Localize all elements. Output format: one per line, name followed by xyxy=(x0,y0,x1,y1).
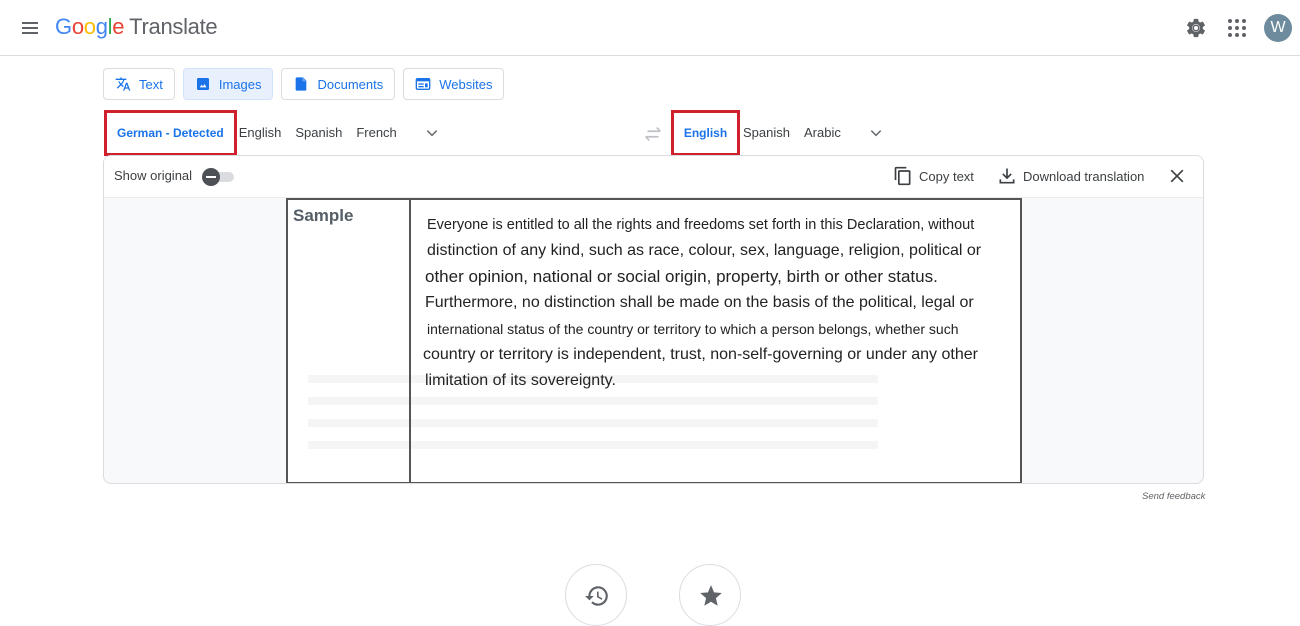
product-name: Translate xyxy=(129,14,218,39)
logo-letter: G xyxy=(55,14,72,39)
image-translation-panel: Show original Copy text Download transla… xyxy=(103,155,1204,484)
send-feedback-link[interactable]: Send feedback xyxy=(1142,491,1205,502)
source-language-option[interactable]: French xyxy=(349,118,403,148)
download-icon xyxy=(999,168,1015,184)
show-original-toggle[interactable] xyxy=(202,168,236,186)
faded-text-remnants xyxy=(308,375,878,455)
translated-line: country or territory is independent, tru… xyxy=(423,346,978,363)
logo-letter: e xyxy=(112,14,125,39)
translated-line: Furthermore, no distinction shall be mad… xyxy=(425,294,974,311)
chevron-down-icon xyxy=(870,130,882,137)
translated-line: distinction of any kind, such as race, c… xyxy=(427,242,982,259)
source-language-option[interactable]: English xyxy=(237,118,289,148)
logo-letter: o xyxy=(83,14,96,39)
logo-letter: o xyxy=(71,14,84,39)
image-heading: Sample xyxy=(293,206,354,225)
source-language-bar: German - Detected English Spanish French xyxy=(104,110,444,156)
translated-line: international status of the country or t… xyxy=(427,321,959,337)
google-apps-button[interactable] xyxy=(1228,19,1246,37)
image-icon xyxy=(196,78,209,90)
website-icon xyxy=(415,78,431,90)
gear-icon xyxy=(1187,18,1205,38)
history-button[interactable] xyxy=(565,564,627,626)
document-icon xyxy=(296,77,307,91)
copy-text-button[interactable]: Copy text xyxy=(893,166,974,186)
logo-letter: g xyxy=(95,14,108,39)
main-menu-button[interactable] xyxy=(18,16,42,40)
target-language-option[interactable]: Spanish xyxy=(740,118,797,148)
target-language-more-button[interactable] xyxy=(864,121,888,145)
top-app-bar: Google Translate W xyxy=(0,0,1300,56)
tab-documents-label: Documents xyxy=(317,76,384,92)
tab-websites[interactable]: Websites xyxy=(403,68,505,100)
translated-line: other opinion, national or social origin… xyxy=(425,267,938,286)
history-icon xyxy=(585,586,608,606)
download-translation-button[interactable]: Download translation xyxy=(997,166,1144,186)
translation-mode-tabs: Text Images Documents Websites xyxy=(103,68,505,100)
star-icon xyxy=(700,585,722,606)
saved-button[interactable] xyxy=(679,564,741,626)
translated-line: Everyone is entitled to all the rights a… xyxy=(427,217,975,233)
show-original-label: Show original xyxy=(114,168,193,183)
target-language-bar: English Spanish Arabic xyxy=(671,110,888,156)
source-language-selected[interactable]: German - Detected xyxy=(110,118,231,148)
tab-text[interactable]: Text xyxy=(103,68,175,100)
account-avatar[interactable]: W xyxy=(1264,14,1292,42)
swap-arrows-icon xyxy=(645,126,661,142)
copy-text-label: Copy text xyxy=(919,168,974,184)
settings-button[interactable] xyxy=(1185,17,1207,39)
source-language-option[interactable]: Spanish xyxy=(288,118,349,148)
tab-images-label: Images xyxy=(218,76,262,92)
translated-text-block: Everyone is entitled to all the rights a… xyxy=(423,212,1018,394)
close-icon xyxy=(1170,169,1184,183)
translated-image: Sample Everyone is entitled to all the r… xyxy=(286,198,1022,483)
tab-documents[interactable]: Documents xyxy=(281,68,396,100)
download-translation-label: Download translation xyxy=(1023,168,1145,184)
tab-images[interactable]: Images xyxy=(182,68,274,100)
target-language-highlight: English xyxy=(671,110,740,156)
translate-icon xyxy=(115,77,131,91)
swap-languages-button[interactable] xyxy=(642,124,664,144)
google-translate-logo[interactable]: Google Translate xyxy=(55,14,218,40)
target-language-option[interactable]: Arabic xyxy=(797,118,848,148)
panel-toolbar: Show original Copy text Download transla… xyxy=(104,156,1203,198)
chevron-down-icon xyxy=(426,130,437,137)
tab-text-label: Text xyxy=(139,76,163,92)
source-language-highlight: German - Detected xyxy=(104,110,237,156)
copy-icon xyxy=(894,166,911,186)
tab-websites-label: Websites xyxy=(439,76,493,92)
target-language-selected[interactable]: English xyxy=(677,118,734,148)
close-button[interactable] xyxy=(1167,166,1187,186)
source-language-more-button[interactable] xyxy=(420,121,444,145)
